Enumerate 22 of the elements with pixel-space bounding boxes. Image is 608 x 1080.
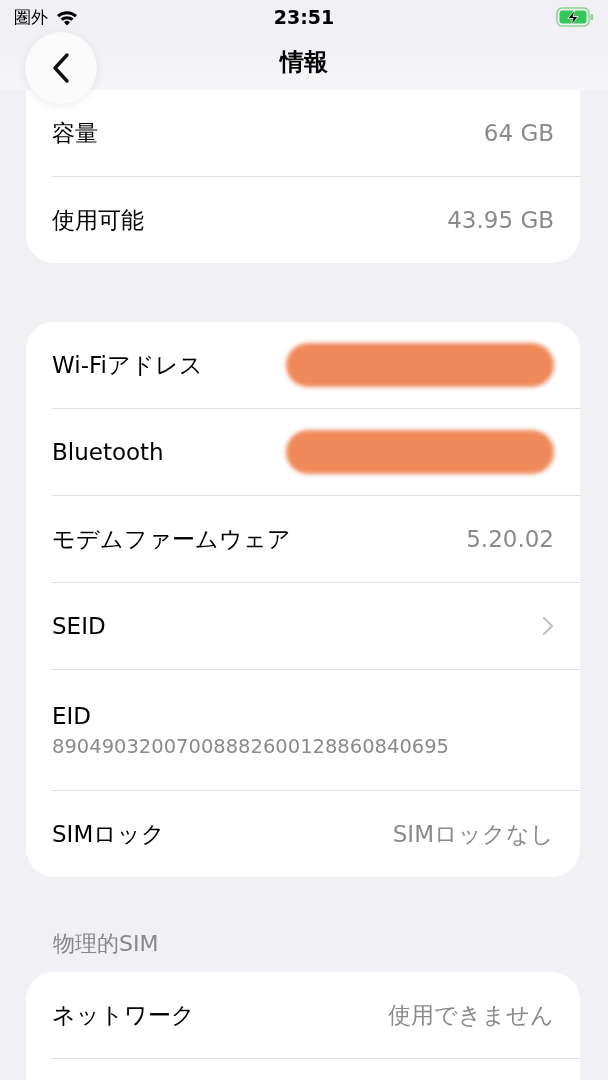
row-label: EID bbox=[52, 702, 92, 729]
row-label: 使用可能 bbox=[52, 205, 144, 235]
row-value: 89049032007008882600128860840695 bbox=[52, 734, 449, 758]
row-value: SIMロックなし bbox=[392, 819, 554, 849]
back-chevron-icon bbox=[51, 52, 71, 84]
carrier-label: 圏外 bbox=[14, 5, 48, 29]
row-label: Wi-Fiアドレス bbox=[52, 350, 203, 380]
row-label: SIMロック bbox=[52, 819, 166, 849]
page-title: 情報 bbox=[280, 47, 328, 78]
row-value: 5.20.02 bbox=[466, 526, 554, 552]
section-header: 物理的SIM bbox=[53, 929, 159, 958]
row-label: Bluetooth bbox=[52, 439, 164, 465]
wifi-icon bbox=[56, 8, 78, 26]
row-label: モデムファームウェア bbox=[52, 524, 291, 554]
row-label[interactable]: SEID bbox=[52, 613, 106, 639]
row-label: ネットワーク bbox=[52, 1000, 195, 1030]
row-value: 43.95 GB bbox=[447, 207, 554, 233]
row-value: 64 GB bbox=[483, 120, 554, 146]
battery-icon bbox=[556, 7, 594, 27]
row-value: 使用できません bbox=[388, 1000, 554, 1030]
clock-time: 23:51 bbox=[273, 6, 335, 28]
row-label: 容量 bbox=[52, 118, 98, 148]
